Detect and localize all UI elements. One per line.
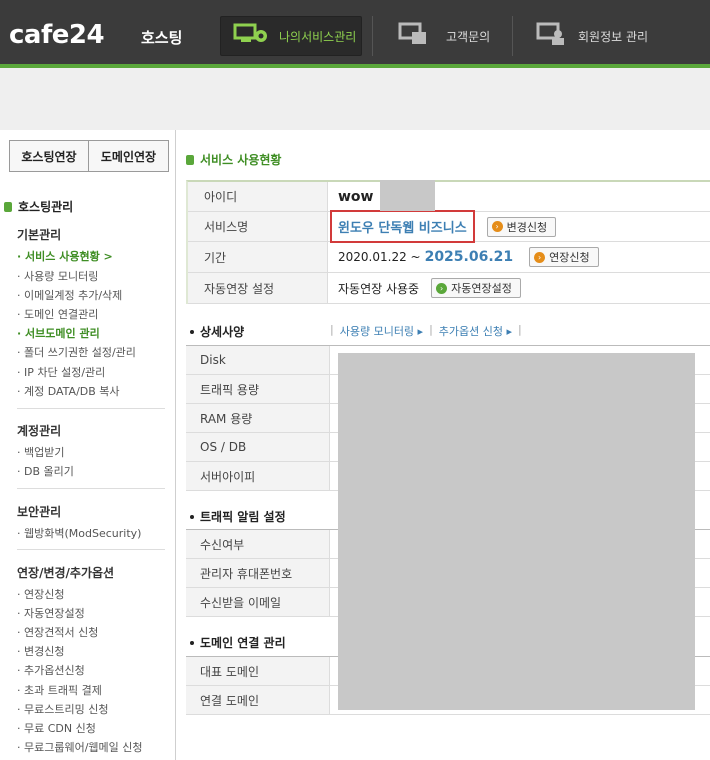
sidebar-item-folder-permission[interactable]: · 폴더 쓰기권한 설정/관리 [17,344,136,360]
nav-divider [512,16,513,56]
sidebar-item-traffic-pay[interactable]: · 초과 트래픽 결제 [17,682,102,698]
group-security: 보안관리 [17,505,62,519]
change-request-button[interactable]: › 변경신청 [486,216,557,237]
page-title-label: 서비스 사용현황 [200,153,282,167]
redacted-area [380,180,435,211]
sidebar-item-streaming[interactable]: · 무료스트리밍 신청 [17,701,108,717]
sidebar-item-waf[interactable]: · 웹방화벽(ModSecurity) [17,525,141,541]
info-row-period: 기간 2020.01.22 ~ 2025.06.21 › 연장신청 [188,242,710,273]
nav-my-service[interactable]: 나의서비스관리 [220,16,362,56]
sidebar-item-subdomain[interactable]: · 서브도메인 관리 [17,325,100,341]
bullet-icon [190,640,194,645]
section-title-label: 트래픽 알림 설정 [200,510,286,524]
nav-label: 회원정보 관리 [578,29,649,44]
info-row-service: 서비스명 윈도우 단독웹 비즈니스 › 변경신청 [188,210,710,243]
sidebar-item-addon[interactable]: · 추가옵션신청 [17,662,85,678]
info-value: 자동연장 사용중 › 자동연장설정 [328,273,710,303]
row-label: 수신받을 이메일 [186,588,330,616]
row-label: Disk [186,346,330,374]
traffic-section-title: 트래픽 알림 설정 [190,508,286,525]
sidebar-item-groupware[interactable]: · 무료그룹웨어/웹메일 신청 [17,739,143,755]
logo-subtitle: 호스팅 [141,29,183,47]
divider [17,408,165,409]
divider [17,488,165,489]
spec-section-title: 상세사양 [190,323,244,340]
info-row-id: 아이디 wow [188,182,710,212]
sidebar-item-ip-block[interactable]: · IP 차단 설정/관리 [17,364,105,380]
section-title-label: 도메인 연결 관리 [200,636,286,650]
sidebar-heading-label: 호스팅관리 [18,200,74,214]
sidebar-item-data-copy[interactable]: · 계정 DATA/DB 복사 [17,383,120,399]
row-label: OS / DB [186,433,330,461]
row-label: 관리자 휴대폰번호 [186,559,330,587]
sidebar-item-usage-monitor[interactable]: · 사용량 모니터링 [17,268,98,284]
sidebar-item-db-upload[interactable]: · DB 올리기 [17,463,74,479]
banner-area [0,68,710,130]
auto-renew-status: 자동연장 사용중 [338,281,420,296]
page-title: 서비스 사용현황 [186,151,281,168]
sidebar-item-service-status[interactable]: · 서비스 사용현황 > [17,248,113,264]
support-icon [398,22,430,50]
addon-request-link[interactable]: 추가옵션 신청 ▸ [439,323,512,339]
cafe24-logo[interactable]: cafe24 [9,20,105,50]
sidebar-item-estimate[interactable]: · 연장견적서 신청 [17,624,98,640]
arrow-icon: › [491,221,503,232]
info-value: 윈도우 단독웹 비즈니스 › 변경신청 [328,210,710,243]
domain-renew-button[interactable]: 도메인연장 [89,140,169,172]
bullet-icon [190,329,194,334]
group-basic: 기본관리 [17,228,62,242]
arrow-icon: › [436,282,448,294]
info-label: 아이디 [188,182,328,211]
green-dot-icon [186,154,194,165]
extend-request-button[interactable]: › 연장신청 [529,247,599,267]
info-label: 서비스명 [188,212,328,241]
nav-label: 고객문의 [446,29,491,44]
sidebar-heading: 호스팅관리 [4,198,73,215]
section-title-label: 상세사양 [200,325,245,339]
sidebar-item-cdn[interactable]: · 무료 CDN 신청 [17,720,96,736]
spec-links: | 사용량 모니터링 ▸ | 추가옵션 신청 ▸ | [330,323,522,339]
row-label: 트래픽 용량 [186,375,330,403]
info-row-auto-renew: 자동연장 설정 자동연장 사용중 › 자동연장설정 [188,273,710,304]
row-label: 수신여부 [186,530,330,558]
monitor-gear-icon [233,23,269,49]
row-label: 연결 도메인 [186,686,330,714]
sidebar-item-domain-link[interactable]: · 도메인 연결관리 [17,306,98,322]
service-name-value: 윈도우 단독웹 비즈니스 [330,210,475,243]
member-icon [536,22,566,50]
nav-divider [372,16,373,56]
sidebar-item-email[interactable]: · 이메일계정 추가/삭제 [17,287,122,303]
row-label: 서버아이피 [186,462,330,490]
info-label: 자동연장 설정 [188,273,328,303]
info-value: 2020.01.22 ~ 2025.06.21 › 연장신청 [328,242,710,272]
auto-renew-setting-button[interactable]: › 자동연장설정 [431,278,521,298]
row-label: RAM 용량 [186,404,330,432]
service-info-table: 아이디 wow 서비스명 윈도우 단독웹 비즈니스 › 변경신청 기간 2020… [186,180,710,304]
redacted-area [338,353,695,710]
sidebar-item-renew[interactable]: · 연장신청 [17,586,64,602]
arrow-icon: › [534,251,546,263]
row-label: 대표 도메인 [186,657,330,685]
hosting-renew-button[interactable]: 호스팅연장 [9,140,89,172]
usage-monitor-link[interactable]: 사용량 모니터링 ▸ [340,323,423,339]
sidebar-item-auto-renew[interactable]: · 자동연장설정 [17,605,85,621]
group-account: 계정관리 [17,424,62,438]
green-dot-icon [4,201,12,212]
button-label: 변경신청 [506,220,548,234]
nav-label: 나의서비스관리 [279,29,357,44]
domain-section-title: 도메인 연결 관리 [190,634,286,651]
nav-member-info[interactable]: 회원정보 관리 [536,16,648,56]
divider [17,549,165,550]
nav-support[interactable]: 고객문의 [398,16,490,56]
period-start: 2020.01.22 ~ [338,250,421,264]
period-end: 2025.06.21 [424,249,514,265]
sidebar: 호스팅연장 도메인연장 호스팅관리 기본관리 · 서비스 사용현황 > · 사용… [0,130,176,760]
button-label: 자동연장설정 [451,282,512,295]
group-extend: 연장/변경/추가옵션 [17,566,115,580]
info-label: 기간 [188,242,328,272]
sidebar-item-change[interactable]: · 변경신청 [17,643,64,659]
sidebar-item-backup[interactable]: · 백업받기 [17,444,64,460]
button-label: 연장신청 [549,251,590,264]
bullet-icon [190,514,194,519]
